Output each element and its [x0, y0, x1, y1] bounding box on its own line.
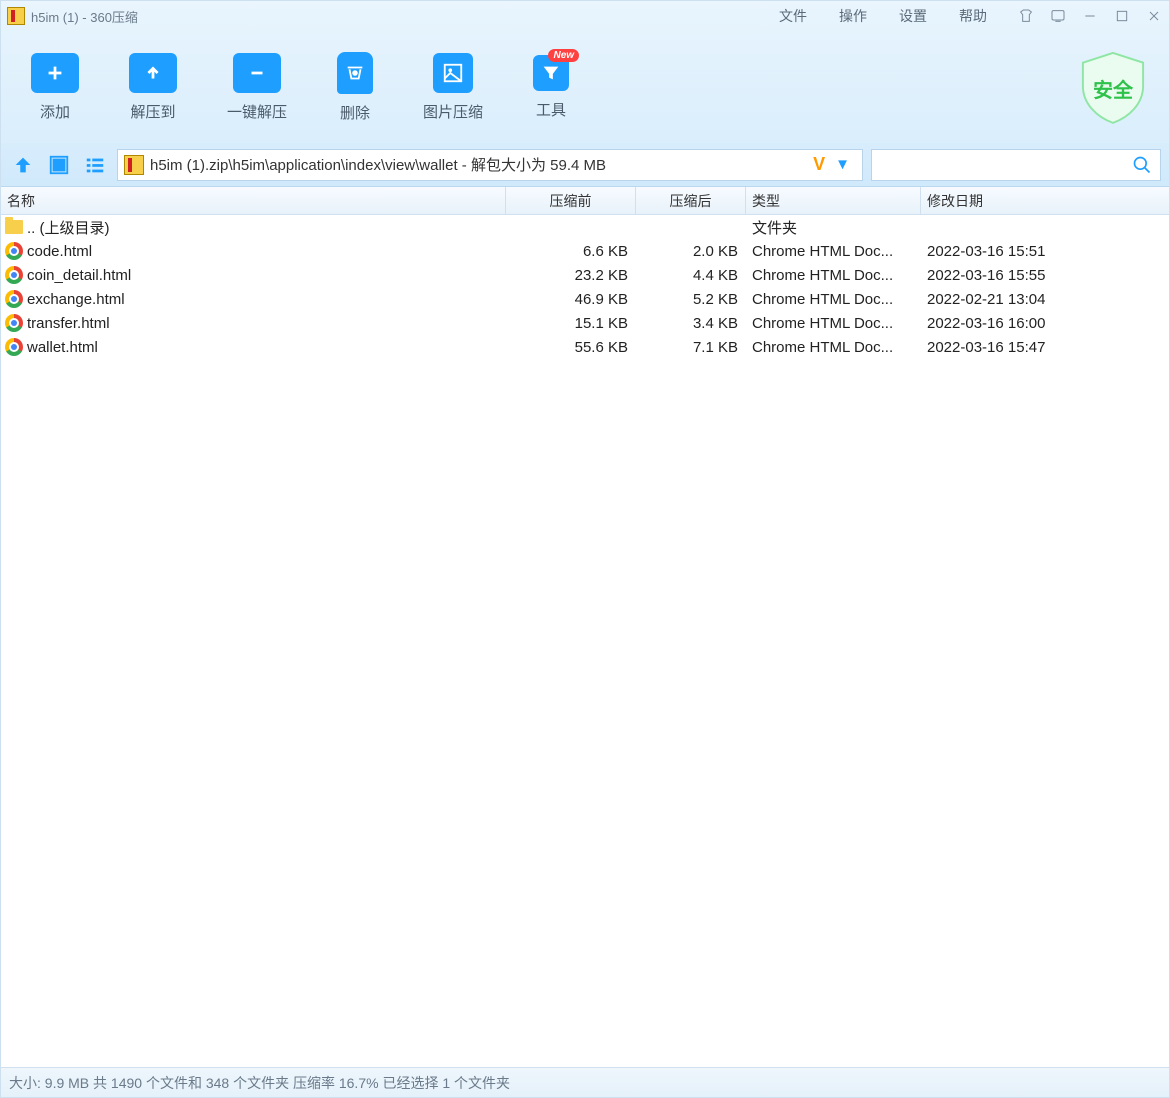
close-button[interactable]	[1145, 7, 1163, 25]
search-input[interactable]	[871, 149, 1161, 181]
chrome-icon	[5, 314, 23, 332]
navigation-row: h5im (1).zip\h5im\application\index\view…	[1, 143, 1169, 187]
view-list-button[interactable]	[81, 151, 109, 179]
tools-button[interactable]: New 工具	[533, 55, 569, 120]
size-before: 46.9 KB	[506, 291, 636, 308]
image-compress-button[interactable]: 图片压缩	[423, 53, 483, 122]
menu-file[interactable]: 文件	[779, 6, 807, 26]
delete-button[interactable]: 删除	[337, 52, 373, 123]
extract-to-button[interactable]: 解压到	[129, 53, 177, 122]
image-compress-label: 图片压缩	[423, 101, 483, 122]
file-name: exchange.html	[27, 291, 125, 308]
new-badge: New	[548, 49, 579, 62]
size-before: 23.2 KB	[506, 267, 636, 284]
tools-label: 工具	[536, 99, 566, 120]
size-after: 5.2 KB	[636, 291, 746, 308]
safe-text: 安全	[1093, 74, 1133, 103]
table-row[interactable]: wallet.html 55.6 KB7.1 KBChrome HTML Doc.…	[1, 335, 1169, 359]
table-row[interactable]: code.html 6.6 KB2.0 KBChrome HTML Doc...2…	[1, 239, 1169, 263]
file-type: Chrome HTML Doc...	[746, 243, 921, 260]
header-after[interactable]: 压缩后	[636, 187, 746, 214]
column-headers: 名称 压缩前 压缩后 类型 修改日期	[1, 187, 1169, 215]
maximize-button[interactable]	[1113, 7, 1131, 25]
folder-plus-icon	[31, 53, 79, 93]
extract-to-label: 解压到	[130, 101, 175, 122]
menu-help[interactable]: 帮助	[959, 6, 987, 26]
file-date: 2022-02-21 13:04	[921, 291, 1169, 308]
header-type[interactable]: 类型	[746, 187, 921, 214]
size-before: 55.6 KB	[506, 339, 636, 356]
status-text: 大小: 9.9 MB 共 1490 个文件和 348 个文件夹 压缩率 16.7…	[9, 1073, 510, 1093]
table-row[interactable]: coin_detail.html 23.2 KB4.4 KBChrome HTML…	[1, 263, 1169, 287]
file-name: transfer.html	[27, 315, 110, 332]
path-text: h5im (1).zip\h5im\application\index\view…	[150, 154, 606, 175]
add-button[interactable]: 添加	[31, 53, 79, 122]
table-row[interactable]: .. (上级目录) 文件夹	[1, 215, 1169, 239]
title-bar: h5im (1) - 360压缩 文件 操作 设置 帮助	[1, 1, 1169, 31]
search-icon	[1132, 155, 1152, 175]
table-row[interactable]: transfer.html 15.1 KB3.4 KBChrome HTML Do…	[1, 311, 1169, 335]
size-after: 4.4 KB	[636, 267, 746, 284]
dropdown-icon[interactable]: ▼	[829, 156, 856, 173]
chrome-icon	[5, 266, 23, 284]
size-before: 6.6 KB	[506, 243, 636, 260]
view-large-icons-button[interactable]	[45, 151, 73, 179]
menu-action[interactable]: 操作	[839, 6, 867, 26]
archive-icon	[124, 155, 144, 175]
file-type: Chrome HTML Doc...	[746, 267, 921, 284]
file-name: .. (上级目录)	[27, 217, 110, 238]
file-list: .. (上级目录)文件夹code.html6.6 KB2.0 KBChrome …	[1, 215, 1169, 1067]
trash-icon	[337, 52, 373, 94]
skin-icon[interactable]	[1017, 7, 1035, 25]
file-date: 2022-03-16 15:51	[921, 243, 1169, 260]
status-bar: 大小: 9.9 MB 共 1490 个文件和 348 个文件夹 压缩率 16.7…	[1, 1067, 1169, 1097]
minimize-button[interactable]	[1081, 7, 1099, 25]
menu-bar: 文件 操作 设置 帮助	[779, 6, 987, 26]
toolbar: 添加 解压到 一键解压 删除 图片压缩 New 工具 安全	[1, 31, 1169, 143]
safe-badge: 安全	[1079, 51, 1147, 125]
folder-minus-icon	[233, 53, 281, 93]
file-name: code.html	[27, 243, 92, 260]
one-key-extract-button[interactable]: 一键解压	[227, 53, 287, 122]
file-date: 2022-03-16 16:00	[921, 315, 1169, 332]
size-after: 7.1 KB	[636, 339, 746, 356]
file-date: 2022-03-16 15:47	[921, 339, 1169, 356]
feedback-icon[interactable]	[1049, 7, 1067, 25]
header-date[interactable]: 修改日期	[921, 187, 1169, 214]
file-name: coin_detail.html	[27, 267, 131, 284]
header-name[interactable]: 名称	[1, 187, 506, 214]
path-bar[interactable]: h5im (1).zip\h5im\application\index\view…	[117, 149, 863, 181]
table-row[interactable]: exchange.html 46.9 KB5.2 KBChrome HTML Do…	[1, 287, 1169, 311]
window-title: h5im (1) - 360压缩	[31, 7, 138, 26]
file-type: 文件夹	[746, 217, 921, 238]
v-icon[interactable]: V	[809, 154, 829, 175]
chrome-icon	[5, 242, 23, 260]
delete-label: 删除	[340, 102, 370, 123]
folder-up-icon	[129, 53, 177, 93]
file-type: Chrome HTML Doc...	[746, 339, 921, 356]
file-name: wallet.html	[27, 339, 98, 356]
chrome-icon	[5, 338, 23, 356]
add-label: 添加	[40, 101, 70, 122]
one-key-label: 一键解压	[227, 101, 287, 122]
menu-settings[interactable]: 设置	[899, 6, 927, 26]
header-before[interactable]: 压缩前	[506, 187, 636, 214]
size-after: 2.0 KB	[636, 243, 746, 260]
file-type: Chrome HTML Doc...	[746, 291, 921, 308]
size-before: 15.1 KB	[506, 315, 636, 332]
chrome-icon	[5, 290, 23, 308]
up-button[interactable]	[9, 151, 37, 179]
file-type: Chrome HTML Doc...	[746, 315, 921, 332]
folder-icon	[5, 220, 23, 234]
image-icon	[433, 53, 473, 93]
file-date: 2022-03-16 15:55	[921, 267, 1169, 284]
app-icon	[7, 7, 25, 25]
size-after: 3.4 KB	[636, 315, 746, 332]
